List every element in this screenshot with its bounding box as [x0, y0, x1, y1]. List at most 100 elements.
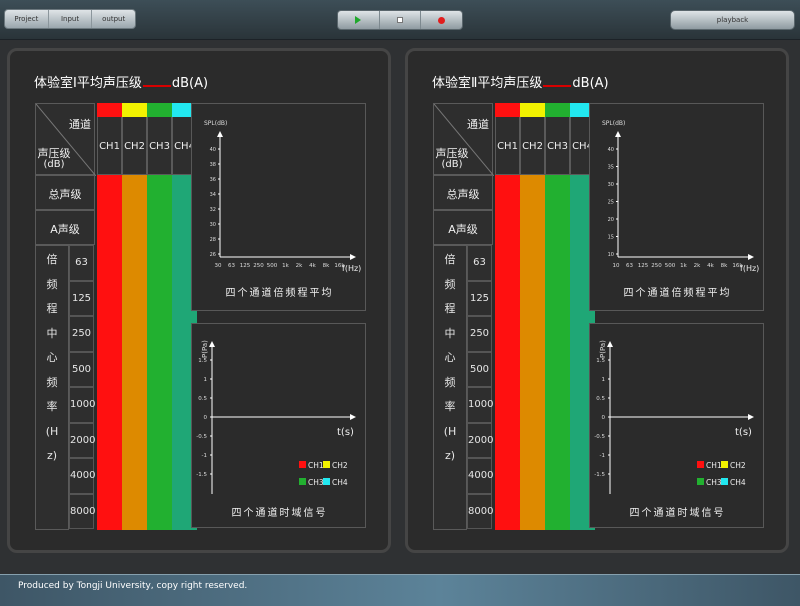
- time-y-tick-label: -0.5: [594, 434, 605, 440]
- band-row-label: 63: [467, 245, 492, 281]
- time-y-tick-label: 1: [204, 377, 208, 383]
- legend-swatch: [323, 461, 330, 468]
- time-y-tick-label: 1.5: [596, 358, 605, 364]
- spl-x-tick-label: 250: [253, 263, 264, 269]
- time-x-label: t(s): [337, 427, 354, 438]
- time-y-tick-label: 0.5: [596, 396, 605, 402]
- time-chart-caption: 四个通道时域信号: [231, 508, 328, 519]
- time-y-tick-label: -1.5: [594, 472, 605, 478]
- time-y-arrow: [607, 341, 613, 347]
- panel-title: 体验室Ⅰ平均声压级 dB(A): [34, 72, 208, 91]
- band-row-label: 4000: [467, 458, 493, 494]
- spl-x-tick-label: 8k: [323, 263, 330, 269]
- band-row-label: 2000: [69, 422, 95, 458]
- band-axis-text: 倍频程中心频率(Hz): [45, 253, 59, 462]
- legend-swatch: [299, 478, 306, 485]
- title-unit: dB(A): [171, 76, 209, 91]
- channel-level-column: [97, 175, 122, 530]
- channel-level-column: [147, 175, 172, 530]
- band-axis-label: 倍频程中心频率(Hz): [433, 248, 467, 469]
- time-chart: P(Pa) 1.5 1 0.5 0 -0.5 -1 -1.5 t(s) CH1 CH2 CH3 C…: [191, 323, 366, 528]
- legend-swatch: [721, 478, 728, 485]
- spl-y-tick-label: 28: [210, 237, 216, 243]
- spl-x-tick-label: 10: [613, 263, 620, 269]
- spl-x-unit: f(Hz): [342, 264, 361, 273]
- spl-x-tick-label: 2k: [296, 263, 303, 269]
- spl-y-tick-label: 38: [210, 162, 216, 168]
- spl-y-tick-label: 15: [608, 235, 614, 241]
- time-chart-svg: P(Pa) 1.5 1 0.5 0 -0.5 -1 -1.5 t(s) CH1 CH2 CH3 C…: [594, 340, 754, 494]
- a-level-label: A声级: [50, 223, 80, 236]
- band-row-label: 4000: [69, 458, 95, 494]
- time-chart-caption: 四个通道时域信号: [629, 508, 726, 519]
- channel-color-swatch: [520, 103, 545, 117]
- spl-y-label: SPL(dB): [602, 120, 625, 127]
- transport-controls: [337, 10, 463, 30]
- spl-y-arrow: [615, 131, 621, 137]
- legend-label: CH4: [730, 478, 746, 487]
- time-y-arrow: [209, 341, 215, 347]
- footer-text: Produced by Tongji University, copy righ…: [18, 581, 248, 591]
- spl-x-tick-label: 4k: [707, 263, 714, 269]
- channel-color-swatch: [97, 103, 122, 117]
- spl-x-arrow: [350, 254, 356, 260]
- stop-icon: [397, 17, 403, 23]
- spl-chart-caption: 四个通道倍频程平均: [623, 288, 732, 299]
- spl-y-tick-label: 20: [608, 217, 614, 223]
- spl-x-tick-label: 125: [638, 263, 649, 269]
- band-row-label: 125: [467, 280, 492, 316]
- spl-y-tick-label: 30: [210, 222, 216, 228]
- legend-swatch: [323, 478, 330, 485]
- time-chart-svg: P(Pa) 1.5 1 0.5 0 -0.5 -1 -1.5 t(s) CH1 CH2 CH3 C…: [196, 340, 356, 494]
- spl-x-unit: f(Hz): [740, 264, 759, 273]
- title-unit: dB(A): [572, 76, 609, 91]
- spl-y-tick-label: 40: [608, 147, 614, 153]
- menu-output[interactable]: output: [92, 10, 135, 28]
- footer: Produced by Tongji University, copy righ…: [0, 574, 800, 606]
- time-y-label: P(Pa): [599, 340, 607, 358]
- play-button[interactable]: [338, 11, 380, 29]
- play-icon: [355, 16, 362, 24]
- spl-x-arrow: [748, 254, 754, 260]
- spl-x-tick-label: 8k: [721, 263, 728, 269]
- spl-x-tick-label: 250: [651, 263, 662, 269]
- level-value-blank: [142, 85, 171, 87]
- channel-color-swatch: [147, 103, 172, 117]
- time-y-tick-label: 0: [204, 415, 208, 421]
- channel-header-label: 通道: [69, 118, 91, 131]
- legend-label: CH3: [308, 478, 324, 487]
- record-button[interactable]: [421, 11, 462, 29]
- level-header-unit: (dB): [441, 159, 463, 170]
- legend-label: CH2: [332, 461, 348, 470]
- channel-label: CH1: [497, 141, 518, 152]
- legend-label: CH3: [706, 478, 722, 487]
- channel-label: CH2: [124, 141, 145, 152]
- channel-color-swatch: [495, 103, 520, 117]
- menu-input[interactable]: Input: [49, 10, 93, 28]
- channel-label: CH2: [522, 141, 543, 152]
- spl-chart-svg: SPL(dB) 40 35 30 25 20 15 10 10 63 125 250 500 1k 2k 4…: [602, 120, 759, 273]
- spl-y-tick-label: 32: [210, 207, 216, 213]
- menu-project[interactable]: Project: [5, 10, 49, 28]
- playback-button[interactable]: playback: [670, 10, 795, 30]
- room-panel-1: 体验室Ⅰ平均声压级 dB(A) 通道 声压级 (dB) CH1 CH2 CH3 CH4 总声级 A…: [7, 48, 391, 553]
- time-y-tick-label: 1.5: [198, 358, 207, 364]
- spl-x-tick-label: 4k: [309, 263, 316, 269]
- title-text: 体验室Ⅰ平均声压级: [34, 76, 142, 91]
- band-row-label: 125: [69, 280, 94, 316]
- spl-x-tick-label: 1k: [282, 263, 289, 269]
- legend-swatch: [697, 461, 704, 468]
- legend-label: CH1: [706, 461, 722, 470]
- a-level-label: A声级: [448, 223, 478, 236]
- spl-chart: SPL(dB) 40 38 36 34 32 30 28 26 30 63 125 250 500 1k 2…: [191, 103, 366, 311]
- spl-y-label: SPL(dB): [204, 120, 227, 127]
- time-y-tick-label: 1: [602, 377, 606, 383]
- legend-label: CH4: [332, 478, 348, 487]
- stop-button[interactable]: [380, 11, 422, 29]
- time-x-arrow: [350, 414, 356, 420]
- channel-level-column: [495, 175, 520, 530]
- level-table: 通道 声压级 (dB) CH1 CH2 CH3 CH4 总声级 A声级 倍频程中心频率(Hz) 63…: [35, 103, 197, 530]
- spl-x-tick-label: 2k: [694, 263, 701, 269]
- spl-y-arrow: [217, 131, 223, 137]
- spl-y-tick-label: 34: [210, 192, 216, 198]
